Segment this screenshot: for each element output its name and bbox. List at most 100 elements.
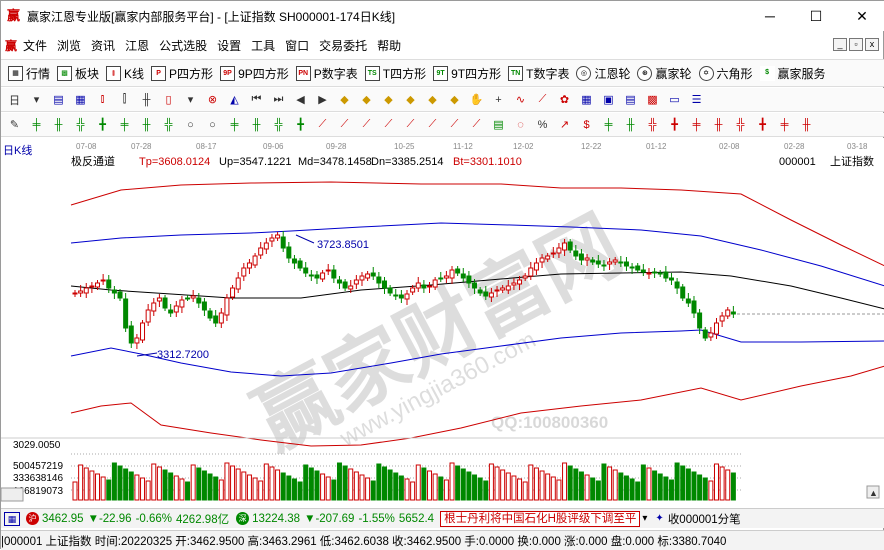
toolbar-kline-button[interactable]: ⫾ K线: [106, 65, 144, 82]
toolbar-gann-wheel-button[interactable]: ◎ 江恩轮: [576, 65, 630, 82]
window-icon[interactable]: ▣: [600, 91, 617, 108]
fan2-icon[interactable]: ⟋: [336, 116, 353, 133]
period-icon[interactable]: 日: [6, 91, 23, 108]
ticker-dropdown-icon[interactable]: ▾: [642, 513, 647, 524]
dropdown-icon[interactable]: ▾: [28, 91, 45, 108]
menu-trade[interactable]: 交易委托: [319, 37, 367, 54]
line15-icon[interactable]: ╋: [666, 116, 683, 133]
candle-dropdown-icon[interactable]: ▾: [182, 91, 199, 108]
line5-icon[interactable]: ╪: [116, 116, 133, 133]
tick-data-label[interactable]: 收000001分笔: [668, 511, 741, 527]
mdi-minimize-button[interactable]: _: [833, 38, 847, 51]
flag-icon[interactable]: ◭: [226, 91, 243, 108]
trend-icon[interactable]: ⟋: [534, 91, 551, 108]
menu-window[interactable]: 窗口: [285, 37, 309, 54]
crosshair-icon[interactable]: +: [490, 91, 507, 108]
diamond3-icon[interactable]: ◆: [380, 91, 397, 108]
diamond1-icon[interactable]: ◆: [336, 91, 353, 108]
maximize-button[interactable]: ☐: [793, 1, 839, 31]
right-icon[interactable]: ▶: [314, 91, 331, 108]
toolbar-winner-wheel-button[interactable]: ⊛ 赢家轮: [637, 65, 692, 82]
toolbar-service-button[interactable]: $ 赢家服务: [759, 65, 826, 82]
pencil-icon[interactable]: ✎: [6, 116, 23, 133]
chart-icon[interactable]: ▦: [72, 91, 89, 108]
line3-icon[interactable]: ╬: [72, 116, 89, 133]
board-icon[interactable]: ▩: [644, 91, 661, 108]
close-button[interactable]: ✕: [839, 1, 884, 31]
ohlc-icon[interactable]: ╫: [138, 91, 155, 108]
fan7-icon[interactable]: ⟋: [446, 116, 463, 133]
monitor-icon[interactable]: ▭: [666, 91, 683, 108]
calendar-icon[interactable]: ▦: [578, 91, 595, 108]
news-ticker[interactable]: 根士丹利将中国石化H股评级下调至平: [440, 510, 641, 527]
grid2-icon[interactable]: ▤: [622, 91, 639, 108]
dollar2-icon[interactable]: $: [578, 116, 595, 133]
toolbar-quotes-button[interactable]: ▦ 行情: [8, 65, 50, 82]
line17-icon[interactable]: ╫: [710, 116, 727, 133]
diamond6-icon[interactable]: ◆: [446, 91, 463, 108]
stack-icon[interactable]: ☰: [688, 91, 705, 108]
menu-browse[interactable]: 浏览: [57, 37, 81, 54]
line13-icon[interactable]: ╫: [622, 116, 639, 133]
kline-icon[interactable]: ⫾: [94, 91, 111, 108]
toolbar-p-table-button[interactable]: PN P数字表: [295, 65, 358, 82]
bar-icon[interactable]: ⫿: [116, 91, 133, 108]
line12-icon[interactable]: ╪: [600, 116, 617, 133]
line4-icon[interactable]: ╋: [94, 116, 111, 133]
menu-file[interactable]: 文件: [23, 37, 47, 54]
circle2-icon[interactable]: ○: [204, 116, 221, 133]
menu-news[interactable]: 资讯: [91, 37, 115, 54]
table-icon[interactable]: ▤: [490, 116, 507, 133]
fan6-icon[interactable]: ⟋: [424, 116, 441, 133]
percent-icon[interactable]: %: [534, 116, 551, 133]
line11-icon[interactable]: ╋: [292, 116, 309, 133]
volume-toggle-button[interactable]: [1, 487, 24, 502]
line1-icon[interactable]: ╪: [28, 116, 45, 133]
diamond2-icon[interactable]: ◆: [358, 91, 375, 108]
palette-icon[interactable]: ✿: [556, 91, 573, 108]
toolbar-p-square-button[interactable]: P P四方形: [151, 65, 213, 82]
toolbar-t-table-button[interactable]: TN T数字表: [508, 65, 569, 82]
line2-icon[interactable]: ╫: [50, 116, 67, 133]
line19-icon[interactable]: ╋: [754, 116, 771, 133]
wave-icon[interactable]: ∿: [512, 91, 529, 108]
last-icon[interactable]: ⏭: [270, 91, 287, 108]
diamond4-icon[interactable]: ◆: [402, 91, 419, 108]
keyboard-icon[interactable]: ▦: [4, 511, 20, 526]
line9-icon[interactable]: ╫: [248, 116, 265, 133]
kline-chart[interactable]: 日K线 07-08 07-28 08-17 09-06 09-28 10-25 11-12 1…: [1, 138, 884, 508]
line7-icon[interactable]: ╬: [160, 116, 177, 133]
line20-icon[interactable]: ╪: [776, 116, 793, 133]
menu-tools[interactable]: 工具: [251, 37, 275, 54]
fan1-icon[interactable]: ⟋: [314, 116, 331, 133]
spiral-icon[interactable]: ◌: [512, 116, 529, 133]
line8-icon[interactable]: ╪: [226, 116, 243, 133]
line16-icon[interactable]: ╪: [688, 116, 705, 133]
toolbar-9p-square-button[interactable]: 9P 9P四方形: [220, 65, 289, 82]
layout-icon[interactable]: ▤: [50, 91, 67, 108]
fan5-icon[interactable]: ⟋: [402, 116, 419, 133]
fan8-icon[interactable]: ⟋: [468, 116, 485, 133]
mdi-restore-button[interactable]: ▫: [849, 38, 863, 51]
toolbar-sector-button[interactable]: ▩ 板块: [57, 65, 99, 82]
cross-icon[interactable]: ⊗: [204, 91, 221, 108]
menu-settings[interactable]: 设置: [217, 37, 241, 54]
line6-icon[interactable]: ╫: [138, 116, 155, 133]
toolbar-9t-square-button[interactable]: 9T 9T四方形: [433, 65, 501, 82]
arrow-icon[interactable]: ↗: [556, 116, 573, 133]
hand-icon[interactable]: ✋: [468, 91, 485, 108]
line18-icon[interactable]: ╬: [732, 116, 749, 133]
line10-icon[interactable]: ╬: [270, 116, 287, 133]
line14-icon[interactable]: ╬: [644, 116, 661, 133]
minimize-button[interactable]: ─: [747, 1, 793, 31]
candle-small-icon[interactable]: ▯: [160, 91, 177, 108]
mdi-close-button[interactable]: x: [865, 38, 879, 51]
diamond5-icon[interactable]: ◆: [424, 91, 441, 108]
menu-help[interactable]: 帮助: [377, 37, 401, 54]
toolbar-hexagram-button[interactable]: ✡ 六角形: [698, 65, 753, 82]
toolbar-t-square-button[interactable]: TS T四方形: [364, 65, 426, 82]
circle1-icon[interactable]: ○: [182, 116, 199, 133]
fan3-icon[interactable]: ⟋: [358, 116, 375, 133]
menu-gann[interactable]: 江恩: [125, 37, 149, 54]
first-icon[interactable]: ⏮: [248, 91, 265, 108]
